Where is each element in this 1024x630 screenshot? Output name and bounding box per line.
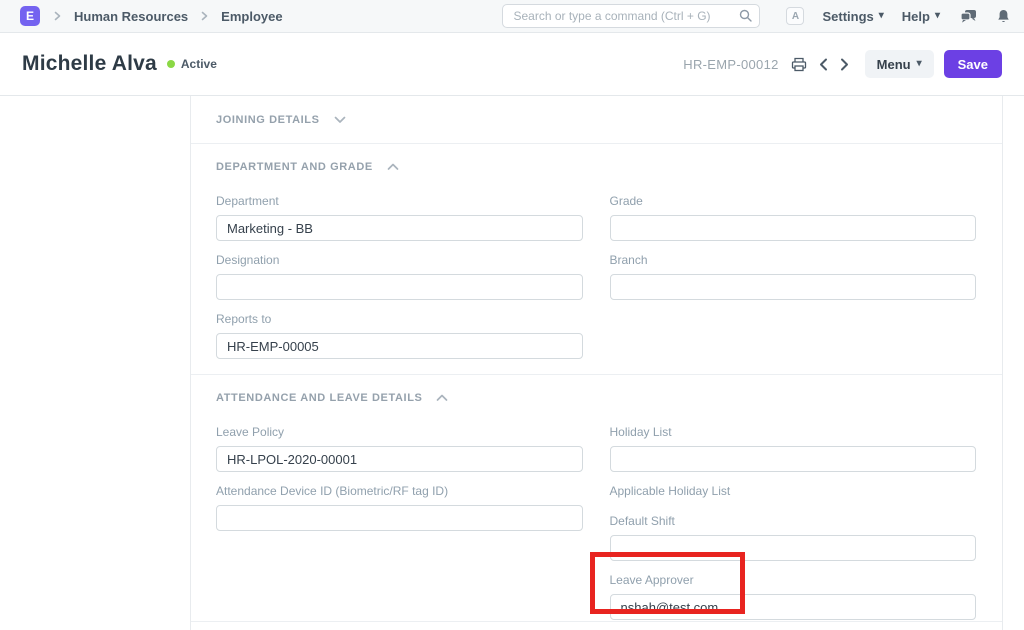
default-shift-input[interactable] <box>610 535 977 561</box>
section-attendance-toggle[interactable]: ATTENDANCE AND LEAVE DETAILS <box>216 389 976 407</box>
form-column-left: Department Designation Reports to <box>216 194 583 371</box>
section-attendance-and-leave: ATTENDANCE AND LEAVE DETAILS Leave Polic… <box>191 375 1002 622</box>
save-button-label: Save <box>958 57 988 72</box>
navbar: E Human Resources Employee A Settings ▾ … <box>0 0 1024 33</box>
section-title: DEPARTMENT AND GRADE <box>216 161 373 173</box>
settings-label: Settings <box>822 9 873 24</box>
field-label: Leave Approver <box>610 573 977 587</box>
next-record-icon[interactable] <box>840 58 849 71</box>
status-badge: Active <box>167 57 217 71</box>
header-actions: HR-EMP-00012 Menu ▾ Save <box>683 50 1002 78</box>
chevron-right-icon <box>53 11 62 21</box>
field-label: Grade <box>610 194 977 208</box>
field-holiday-list: Holiday List <box>610 425 977 472</box>
form-main-column: JOINING DETAILS DEPARTMENT AND GRADE Dep… <box>190 96 1003 630</box>
navbar-right: A Settings ▾ Help ▾ <box>502 4 1010 28</box>
form-column-right: Grade Branch <box>610 194 977 371</box>
global-search <box>502 4 760 28</box>
page-header: Michelle Alva Active HR-EMP-00012 Menu ▾… <box>0 33 1024 95</box>
search-icon <box>739 9 752 27</box>
menu-button-label: Menu <box>877 57 911 72</box>
branch-input[interactable] <box>610 274 977 300</box>
breadcrumb: Human Resources Employee <box>53 9 283 24</box>
section-joining-details-toggle[interactable]: JOINING DETAILS <box>216 111 346 129</box>
status-dot-icon <box>167 60 175 68</box>
designation-input[interactable] <box>216 274 583 300</box>
settings-menu[interactable]: Settings ▾ <box>822 9 883 24</box>
field-default-shift: Default Shift <box>610 514 977 561</box>
field-leave-approver: Leave Approver <box>610 573 977 620</box>
chevron-up-icon <box>436 389 448 407</box>
holiday-list-input[interactable] <box>610 446 977 472</box>
print-icon[interactable] <box>791 57 807 72</box>
help-menu[interactable]: Help ▾ <box>902 9 940 24</box>
field-label: Branch <box>610 253 977 267</box>
document-id: HR-EMP-00012 <box>683 57 778 72</box>
form-column-left: Leave Policy Attendance Device ID (Biome… <box>216 425 583 630</box>
chat-icon[interactable] <box>960 9 977 24</box>
field-branch: Branch <box>610 253 977 300</box>
field-reports-to: Reports to <box>216 312 583 359</box>
field-label: Default Shift <box>610 514 977 528</box>
field-designation: Designation <box>216 253 583 300</box>
field-label: Reports to <box>216 312 583 326</box>
status-label: Active <box>181 57 217 71</box>
field-attendance-device-id: Attendance Device ID (Biometric/RF tag I… <box>216 484 583 531</box>
user-avatar[interactable]: A <box>786 7 804 25</box>
field-leave-policy: Leave Policy <box>216 425 583 472</box>
help-label: Help <box>902 9 930 24</box>
reports-to-input[interactable] <box>216 333 583 359</box>
app-logo[interactable]: E <box>20 6 40 26</box>
menu-button[interactable]: Menu ▾ <box>865 50 934 78</box>
search-input[interactable] <box>502 4 760 28</box>
field-label: Designation <box>216 253 583 267</box>
prev-record-icon[interactable] <box>819 58 828 71</box>
form-column-right: Holiday List Applicable Holiday List Def… <box>610 425 977 630</box>
bell-icon[interactable] <box>997 9 1010 24</box>
breadcrumb-item-module[interactable]: Human Resources <box>74 9 188 24</box>
chevron-up-icon <box>387 158 399 176</box>
chevron-down-icon <box>334 111 346 129</box>
grade-input[interactable] <box>610 215 977 241</box>
section-title: JOINING DETAILS <box>216 114 320 126</box>
save-button[interactable]: Save <box>944 50 1002 78</box>
form-page: JOINING DETAILS DEPARTMENT AND GRADE Dep… <box>0 95 1024 630</box>
field-label: Attendance Device ID (Biometric/RF tag I… <box>216 484 583 498</box>
breadcrumb-item-doctype[interactable]: Employee <box>221 9 282 24</box>
section-title: ATTENDANCE AND LEAVE DETAILS <box>216 392 422 404</box>
field-label: Holiday List <box>610 425 977 439</box>
caret-down-icon: ▾ <box>935 11 940 21</box>
field-label: Leave Policy <box>216 425 583 439</box>
field-department: Department <box>216 194 583 241</box>
section-department-toggle[interactable]: DEPARTMENT AND GRADE <box>216 158 976 176</box>
attendance-device-id-input[interactable] <box>216 505 583 531</box>
leave-approver-input[interactable] <box>610 594 977 620</box>
department-input[interactable] <box>216 215 583 241</box>
leave-policy-input[interactable] <box>216 446 583 472</box>
field-grade: Grade <box>610 194 977 241</box>
chevron-right-icon <box>200 11 209 21</box>
caret-down-icon: ▾ <box>917 59 922 69</box>
field-applicable-holiday-list: Applicable Holiday List <box>610 484 977 498</box>
caret-down-icon: ▾ <box>879 11 884 21</box>
page-title: Michelle Alva <box>22 52 157 76</box>
section-department-and-grade: DEPARTMENT AND GRADE Department Designat… <box>191 144 1002 375</box>
section-joining-details: JOINING DETAILS <box>191 96 1002 144</box>
field-label: Department <box>216 194 583 208</box>
field-label: Applicable Holiday List <box>610 484 977 498</box>
